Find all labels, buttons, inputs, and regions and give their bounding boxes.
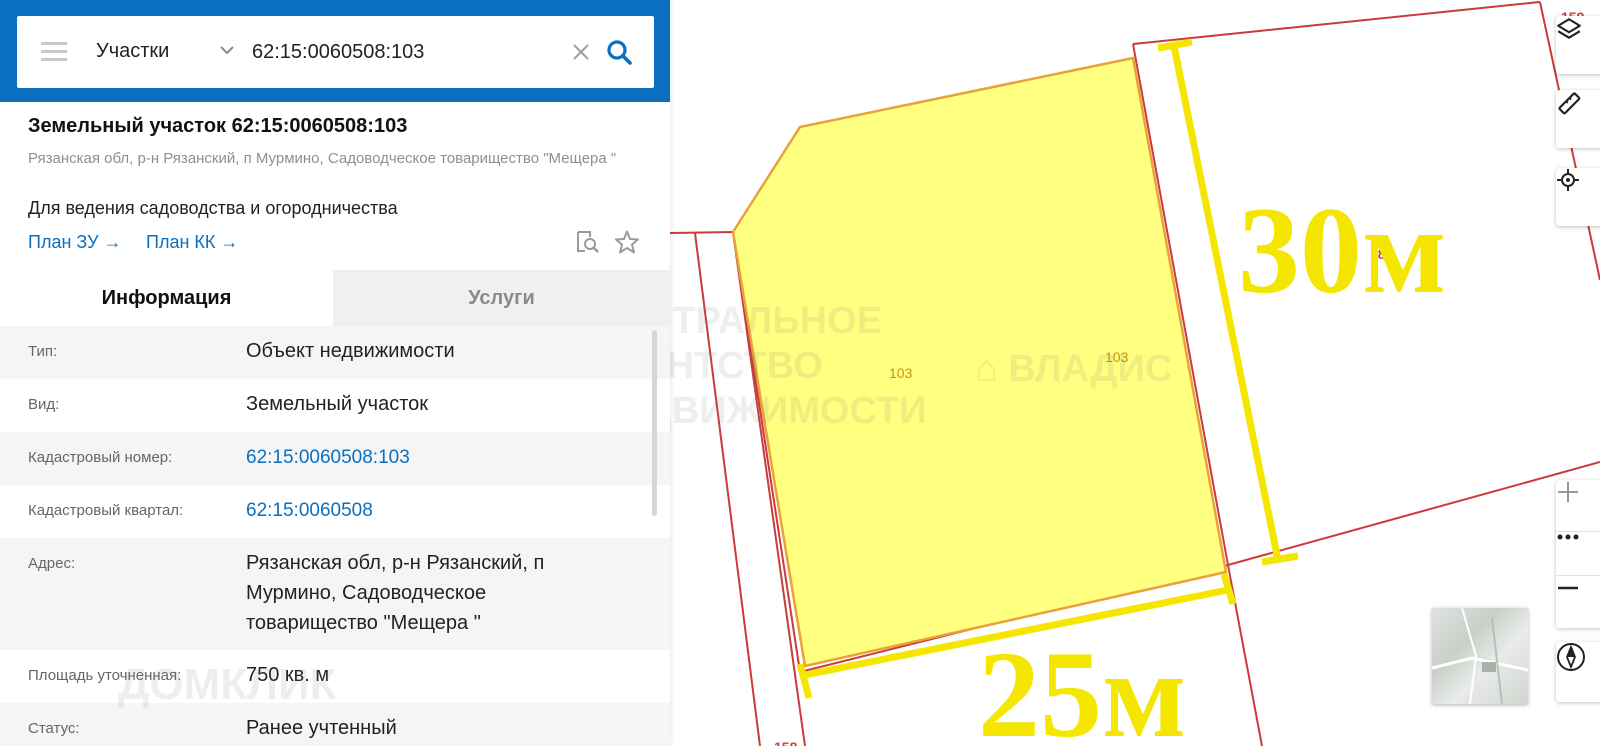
object-purpose: Для ведения садоводства и огородничества: [28, 198, 398, 218]
row-label: Кадастровый номер:: [28, 449, 173, 466]
layers-icon: [1557, 18, 1581, 39]
zoom-in-button[interactable]: [1556, 480, 1600, 530]
search-box: Участки: [17, 16, 654, 88]
zoom-in-icon: [1558, 482, 1578, 502]
row-label: Кадастровый квартал:: [28, 502, 184, 519]
row-label: Адрес:: [28, 555, 76, 572]
more-button[interactable]: [1556, 532, 1600, 574]
search-icon[interactable]: [605, 38, 633, 66]
category-select[interactable]: Участки: [96, 40, 169, 63]
row-value: Ранее учтенный: [246, 717, 397, 739]
object-address: Рязанская обл, р-н Рязанский, п Мурмино,…: [28, 150, 617, 167]
info-panel: Участки Земельный участок 62:15:0060508:…: [0, 0, 670, 746]
object-title: Земельный участок 62:15:0060508:103: [28, 115, 408, 137]
tab-information[interactable]: Информация: [0, 270, 333, 326]
zoom-controls: [1556, 480, 1600, 628]
more-icon: [1557, 534, 1579, 540]
table-row: Площадь уточненная: 750 кв. м: [0, 650, 670, 703]
parcel-label: 158: [774, 739, 798, 746]
row-value: Земельный участок: [246, 393, 429, 415]
table-row: Статус: Ранее учтенный: [0, 703, 670, 746]
dimension-label-30m: 30м: [1238, 182, 1446, 319]
chevron-left-icon[interactable]: [668, 36, 670, 66]
document-search-icon[interactable]: [574, 229, 600, 255]
star-icon[interactable]: [614, 229, 640, 255]
plan-zu-link[interactable]: План ЗУ →: [28, 232, 122, 253]
locate-icon: [1557, 169, 1579, 191]
compass-button[interactable]: [1556, 642, 1600, 702]
dimension-label-25m: 25м: [978, 626, 1186, 746]
info-table: Тип: Объект недвижимости Вид: Земельный …: [0, 326, 670, 746]
cadastral-number-link[interactable]: 62:15:0060508:103: [246, 443, 606, 473]
table-row: Кадастровый номер: 62:15:0060508:103: [0, 432, 670, 485]
tab-bar: Информация Услуги: [0, 270, 670, 326]
table-row: Вид: Земельный участок: [0, 379, 670, 432]
menu-icon[interactable]: [41, 42, 67, 62]
panel-scrollbar[interactable]: [652, 330, 657, 516]
tab-services[interactable]: Услуги: [333, 270, 670, 326]
row-label: Площадь уточненная:: [28, 667, 182, 684]
cadastral-quarter-link[interactable]: 62:15:0060508: [246, 496, 606, 526]
row-label: Статус:: [28, 720, 80, 737]
chevron-down-icon[interactable]: [217, 40, 237, 60]
parcel-label: 103: [889, 365, 913, 381]
locate-button[interactable]: [1556, 168, 1600, 226]
plan-kk-link[interactable]: План КК →: [146, 232, 238, 253]
row-label: Тип:: [28, 343, 58, 360]
row-value: Объект недвижимости: [246, 340, 455, 362]
compass-icon: [1557, 643, 1585, 671]
layers-button[interactable]: [1556, 16, 1600, 74]
ruler-icon: [1558, 92, 1581, 115]
row-value: 750 кв. м: [246, 664, 330, 686]
zoom-out-button[interactable]: [1556, 576, 1600, 628]
table-row: Кадастровый квартал: 62:15:0060508: [0, 485, 670, 538]
search-input[interactable]: [252, 34, 562, 70]
table-row: Тип: Объект недвижимости: [0, 326, 670, 379]
parcel-label: 103: [1105, 349, 1129, 365]
search-header: Участки: [0, 0, 670, 102]
clear-icon[interactable]: [570, 41, 592, 63]
measure-button[interactable]: [1556, 90, 1600, 148]
row-label: Вид:: [28, 396, 60, 413]
minimap[interactable]: [1432, 608, 1528, 704]
table-row: Адрес: Рязанская обл, р-н Рязанский, п М…: [0, 538, 670, 650]
zoom-out-icon: [1558, 586, 1578, 590]
minimap-roads: [1432, 608, 1528, 704]
row-value: Рязанская обл, р-н Рязанский, п Мурмино,…: [246, 552, 545, 634]
